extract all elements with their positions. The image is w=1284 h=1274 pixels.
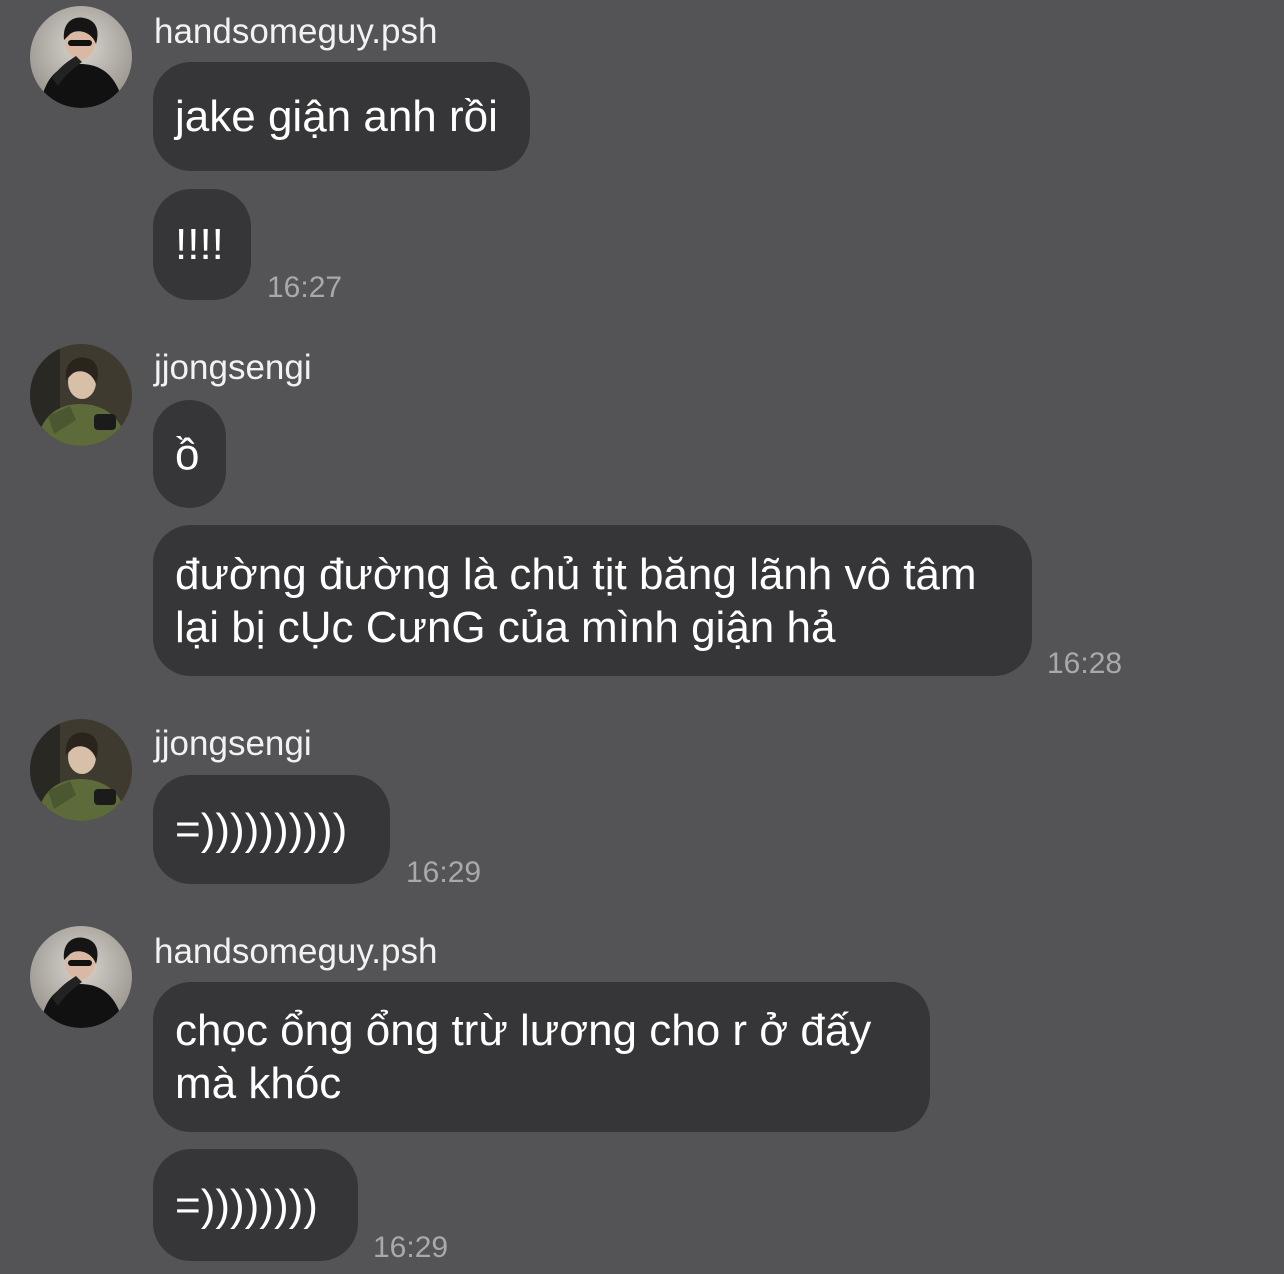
message-timestamp: 16:28 [1047,647,1123,680]
message-text-line-2: lại bị cỤc CưnG của mình giận hả [175,602,836,652]
avatar-jjongsengi[interactable] [30,719,132,821]
avatar-handsomeguy[interactable] [30,6,132,108]
message-bubble[interactable]: chọc ổng ổng trừ lương cho r ở đấy mà kh… [153,982,930,1132]
avatar-handsomeguy[interactable] [30,926,132,1028]
message-text-line-1: chọc ổng ổng trừ lương cho r ở đấy [175,1006,872,1055]
message-text: =)))))))) [175,1180,318,1230]
message-text-line-2: mà khóc [175,1059,342,1108]
username-handsomeguy: handsomeguy.psh [154,932,438,971]
avatar-jjongsengi[interactable] [30,344,132,446]
message-text: jake giận anh rồi [175,92,498,141]
message-bubble[interactable]: =)))))))) [153,1149,358,1261]
message-bubble[interactable]: jake giận anh rồi [153,62,530,171]
message-text: ồ [175,429,200,479]
message-timestamp: 16:29 [373,1231,449,1264]
message-text: !!!! [175,220,224,269]
username-jjongsengi: jjongsengi [154,724,312,763]
message-bubble[interactable]: ồ [153,400,226,508]
username-handsomeguy: handsomeguy.psh [154,12,438,51]
message-bubble[interactable]: !!!! [153,189,251,300]
message-text-line-1: đường đường là chủ tịt băng lãnh vô tâm [175,549,977,599]
message-bubble[interactable]: đường đường là chủ tịt băng lãnh vô tâm … [153,525,1032,676]
message-text: =)))))))))) [175,805,348,854]
message-timestamp: 16:27 [267,271,343,304]
username-jjongsengi: jjongsengi [154,348,312,387]
message-timestamp: 16:29 [406,856,482,889]
message-bubble[interactable]: =)))))))))) [153,775,390,884]
